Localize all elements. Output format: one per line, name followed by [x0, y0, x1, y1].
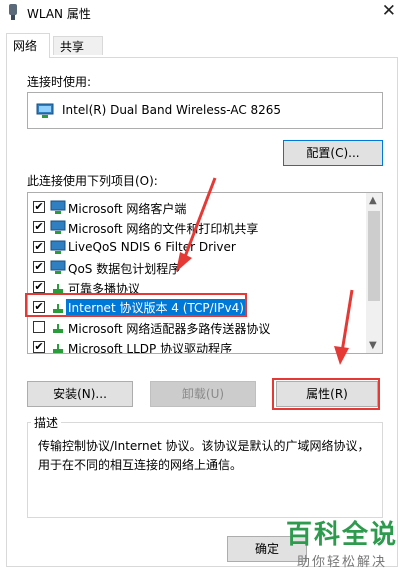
item-checkbox[interactable]: ✔	[33, 201, 45, 213]
watermark-subtitle: 助你轻松解决	[296, 555, 387, 570]
title-bar: WLAN 属性 ✕	[0, 0, 404, 26]
properties-button[interactable]: 属性(R)	[276, 381, 378, 407]
configure-button[interactable]: 配置(C)...	[283, 140, 383, 166]
item-label: 可靠多播协议	[68, 282, 141, 296]
connect-using-label: 连接时使用:	[27, 75, 92, 89]
items-label: 此连接使用下列项目(O):	[27, 174, 158, 188]
list-item[interactable]: Microsoft 网络适配器多路传送器协议	[28, 317, 368, 337]
watermark-title: 百科全说	[285, 520, 398, 550]
description-title: 描述	[31, 414, 62, 431]
list-item[interactable]: ✔ Microsoft 网络客户端	[28, 197, 368, 217]
window-title: WLAN 属性	[27, 7, 91, 21]
item-checkbox[interactable]: ✔	[33, 261, 45, 273]
list-item[interactable]: ✔ Microsoft 网络的文件和打印机共享	[28, 217, 368, 237]
watermark: 百科全说 助你轻松解决	[286, 514, 398, 570]
item-label: Microsoft 网络的文件和打印机共享	[68, 222, 259, 236]
driver-icon	[50, 240, 66, 254]
components-list[interactable]: ✔ Microsoft 网络客户端 ✔ Microsoft 网络的文件和打印机共享 ✔ L…	[27, 192, 383, 354]
list-scrollbar[interactable]: ▲ ▼	[366, 193, 382, 353]
uninstall-button[interactable]: 卸载(U)	[150, 381, 256, 407]
tab-sharing[interactable]: 共享	[53, 36, 103, 55]
item-checkbox[interactable]: ✔	[33, 241, 45, 253]
install-button[interactable]: 安装(N)...	[27, 381, 133, 407]
scroll-thumb[interactable]	[368, 211, 380, 301]
protocol-icon	[53, 324, 63, 333]
adapter-box: Intel(R) Dual Band Wireless-AC 8265	[27, 92, 383, 129]
list-item[interactable]: ✔ Internet 协议版本 4 (TCP/IPv4)	[28, 297, 368, 317]
list-item[interactable]: ✔ Microsoft LLDP 协议驱动程序	[28, 337, 368, 354]
list-item[interactable]: ✔ 可靠多播协议	[28, 277, 368, 297]
network-adapter-icon	[9, 4, 17, 20]
item-label: Internet 协议版本 4 (TCP/IPv4)	[66, 299, 246, 315]
tab-network[interactable]: 网络	[6, 33, 50, 58]
file-print-share-icon	[50, 220, 66, 234]
protocol-icon	[53, 304, 63, 313]
scroll-up-icon[interactable]: ▲	[369, 195, 377, 206]
list-item[interactable]: ✔ QoS 数据包计划程序	[28, 257, 368, 277]
description-text: 传输控制协议/Internet 协议。该协议是默认的广域网络协议，用于在不同的相…	[38, 439, 370, 472]
protocol-icon	[53, 344, 63, 353]
item-label: LiveQoS NDIS 6 Filter Driver	[68, 240, 236, 254]
item-label: QoS 数据包计划程序	[68, 262, 181, 276]
item-label: Microsoft 网络客户端	[68, 202, 187, 216]
item-checkbox[interactable]: ✔	[33, 341, 45, 353]
item-label: Microsoft 网络适配器多路传送器协议	[68, 322, 271, 336]
network-card-icon	[36, 103, 54, 118]
network-client-icon	[50, 200, 66, 214]
close-button[interactable]: ✕	[382, 1, 396, 21]
item-checkbox[interactable]: ✔	[33, 221, 45, 233]
item-label: Microsoft LLDP 协议驱动程序	[68, 342, 233, 354]
qos-icon	[50, 260, 66, 274]
item-checkbox[interactable]: ✔	[33, 301, 45, 313]
list-item[interactable]: ✔ LiveQoS NDIS 6 Filter Driver	[28, 237, 368, 257]
scroll-down-icon[interactable]: ▼	[369, 340, 377, 351]
item-checkbox[interactable]	[33, 321, 45, 333]
item-checkbox[interactable]: ✔	[33, 281, 45, 293]
adapter-name: Intel(R) Dual Band Wireless-AC 8265	[62, 103, 282, 117]
protocol-icon	[53, 284, 63, 293]
